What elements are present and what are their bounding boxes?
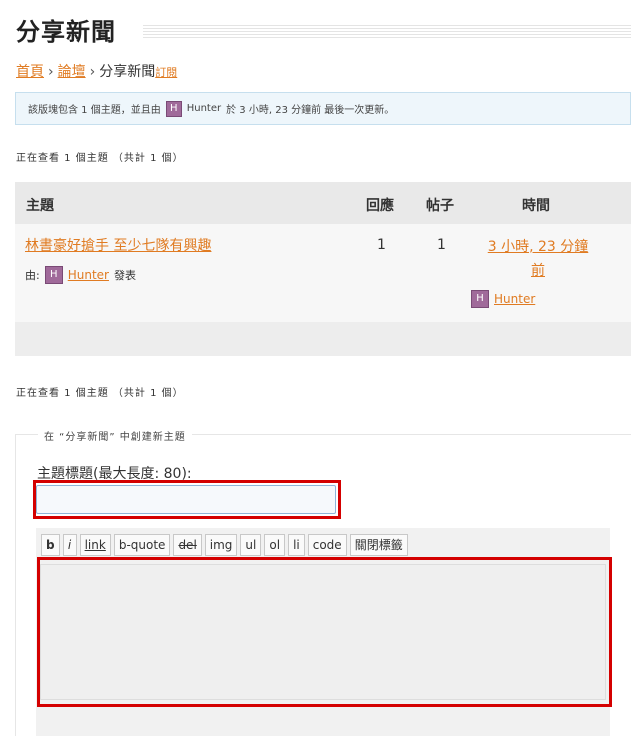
reply-count: 1 bbox=[377, 237, 386, 253]
viewing-count-bottom: 正在查看 1 個主題 （共計 1 個） bbox=[16, 388, 184, 399]
info-user: Hunter bbox=[186, 103, 222, 114]
breadcrumb-separator: › bbox=[89, 64, 96, 80]
avatar[interactable]: H bbox=[165, 100, 182, 117]
subscribe-link[interactable]: 訂閱 bbox=[155, 66, 177, 79]
topics-table: 主題 回應 帖子 時間 林書豪好搶手 至少七隊有興趣 由: H Hunter 發… bbox=[15, 182, 631, 356]
freshness-cell: 3 小時, 23 分鐘 前 bbox=[470, 235, 606, 283]
viewing-count-top: 正在查看 1 個主題 （共計 1 個） bbox=[16, 153, 184, 164]
freshness-link[interactable]: 3 小時, 23 分鐘 bbox=[488, 239, 589, 255]
close-tags-button[interactable]: 關閉標籤 bbox=[349, 534, 408, 556]
page-title: 分享新聞 bbox=[16, 18, 116, 46]
editor-toolbar: b i link b-quote del img ul ol li code 關… bbox=[41, 534, 408, 556]
breadcrumb-separator: › bbox=[48, 64, 54, 80]
posted-label: 發表 bbox=[113, 269, 136, 282]
table-row: 林書豪好搶手 至少七隊有興趣 由: H Hunter 發表 1 1 3 小時, … bbox=[15, 224, 631, 322]
forum-info-notice: 該版塊包含 1 個主題，並且由 H Hunter 於 3 小時, 23 分鐘前 … bbox=[15, 92, 631, 125]
form-legend: 在 “分享新聞” 中創建新主題 bbox=[38, 428, 192, 443]
topic-title-input[interactable] bbox=[36, 485, 336, 514]
blockquote-button[interactable]: b-quote bbox=[113, 534, 171, 556]
ol-button[interactable]: ol bbox=[264, 534, 286, 556]
post-count: 1 bbox=[437, 237, 446, 253]
header-topic: 主題 bbox=[26, 198, 54, 214]
topic-title-label: 主題標題(最大長度: 80): bbox=[37, 466, 192, 482]
link-button[interactable]: link bbox=[79, 534, 111, 556]
avatar[interactable]: H bbox=[471, 290, 489, 308]
bold-button[interactable]: b bbox=[41, 534, 60, 556]
topic-author-line: 由: H Hunter 發表 bbox=[25, 266, 136, 284]
code-button[interactable]: code bbox=[307, 534, 347, 556]
header-posts: 帖子 bbox=[426, 198, 454, 214]
topic-title-link[interactable]: 林書豪好搶手 至少七隊有興趣 bbox=[25, 235, 211, 255]
new-topic-form: 在 “分享新聞” 中創建新主題 主題標題(最大長度: 80): b i link… bbox=[15, 428, 631, 736]
title-decoration bbox=[143, 25, 631, 38]
author-link[interactable]: Hunter bbox=[68, 268, 109, 282]
del-button[interactable]: del bbox=[173, 534, 202, 556]
breadcrumb-forum-link[interactable]: 論壇 bbox=[58, 64, 86, 80]
breadcrumb: 首頁 › 論壇 › 分享新聞訂閱 bbox=[16, 61, 177, 81]
avatar[interactable]: H bbox=[44, 266, 63, 284]
info-text-before: 該版塊包含 1 個主題，並且由 bbox=[28, 105, 161, 116]
topics-table-footer bbox=[15, 322, 631, 356]
ul-button[interactable]: ul bbox=[240, 534, 262, 556]
freshness-link-cont[interactable]: 前 bbox=[531, 263, 545, 279]
info-text-after: 於 3 小時, 23 分鐘前 最後一次更新。 bbox=[226, 105, 395, 116]
img-button[interactable]: img bbox=[204, 534, 238, 556]
header-replies: 回應 bbox=[366, 198, 394, 214]
post-content-textarea[interactable] bbox=[40, 564, 606, 700]
by-label: 由: bbox=[25, 269, 40, 282]
breadcrumb-current: 分享新聞 bbox=[99, 64, 156, 80]
editor-area: b i link b-quote del img ul ol li code 關… bbox=[36, 528, 610, 736]
breadcrumb-home-link[interactable]: 首頁 bbox=[16, 64, 44, 80]
last-poster: H Hunter bbox=[471, 290, 535, 308]
header-time: 時間 bbox=[522, 198, 550, 214]
last-poster-link[interactable]: Hunter bbox=[494, 292, 535, 306]
topics-table-header: 主題 回應 帖子 時間 bbox=[15, 182, 631, 224]
li-button[interactable]: li bbox=[288, 534, 305, 556]
italic-button[interactable]: i bbox=[62, 534, 77, 556]
